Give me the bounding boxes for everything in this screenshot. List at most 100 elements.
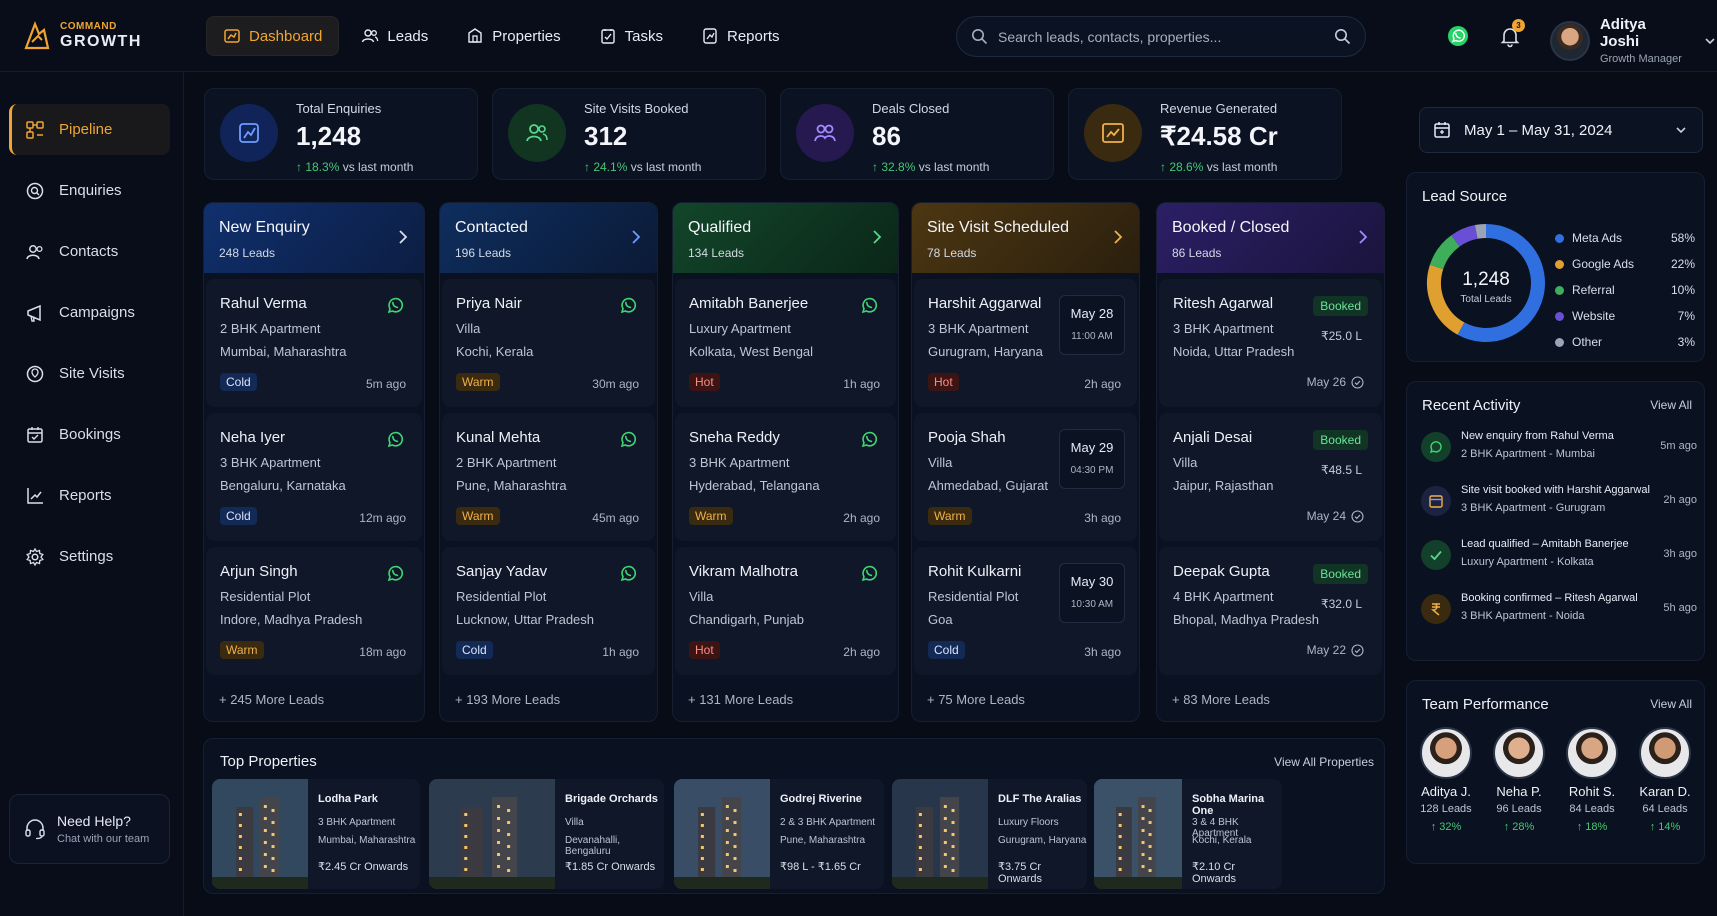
lead-card[interactable]: Vikram Malhotra Villa Chandigarh, Punjab… [675, 547, 896, 675]
team-member[interactable]: Rohit S. 84 Leads ↑ 18% [1563, 727, 1621, 833]
pipeline-column: Qualified 134 Leads Amitabh Banerjee Lux… [672, 202, 899, 722]
more-leads-link[interactable]: + 245 More Leads [219, 692, 324, 707]
whatsapp-icon[interactable] [858, 294, 880, 316]
rupee-icon [1421, 594, 1451, 624]
nav-leads[interactable]: Leads [345, 16, 444, 56]
activity-title: Booking confirmed – Ritesh Agarwal [1461, 592, 1638, 604]
lead-time: 2h ago [843, 645, 880, 659]
property-card[interactable]: Godrej Riverine 2 & 3 BHK Apartment Pune… [674, 779, 884, 889]
team-member[interactable]: Neha P. 96 Leads ↑ 28% [1490, 727, 1548, 833]
lead-card[interactable]: Sanjay Yadav Residential Plot Lucknow, U… [442, 547, 655, 675]
column-header[interactable]: New Enquiry 248 Leads [204, 203, 424, 273]
lead-card[interactable]: Ritesh Agarwal 3 BHK Apartment Noida, Ut… [1159, 279, 1382, 407]
lead-card[interactable]: Priya Nair Villa Kochi, Kerala Warm 30m a… [442, 279, 655, 407]
sidebar-item-pipeline[interactable]: Pipeline [9, 104, 170, 155]
search-bar[interactable] [956, 16, 1366, 57]
sidebar-item-site-visits[interactable]: Site Visits [9, 348, 170, 399]
more-leads-link[interactable]: + 193 More Leads [455, 692, 560, 707]
legend-item[interactable]: Google Ads 22% [1555, 251, 1695, 277]
sidebar-item-enquiries[interactable]: Enquiries [9, 165, 170, 216]
view-all-activity-link[interactable]: View All [1650, 398, 1692, 412]
help-card[interactable]: Need Help? Chat with our team [9, 794, 170, 864]
lead-card[interactable]: Pooja Shah Villa Ahmedabad, Gujarat May 2… [914, 413, 1137, 541]
sidebar-item-bookings[interactable]: Bookings [9, 409, 170, 460]
whatsapp-icon[interactable] [617, 428, 639, 450]
lead-time: 2h ago [1084, 377, 1121, 391]
brand-line-2: GROWTH [60, 33, 142, 50]
whatsapp-icon[interactable] [384, 428, 406, 450]
whatsapp-icon[interactable] [617, 562, 639, 584]
visit-time: 11:00 AM [1071, 331, 1113, 342]
legend-item[interactable]: Referral 10% [1555, 277, 1695, 303]
lead-name: Pooja Shah [928, 429, 1006, 446]
headset-icon [25, 819, 45, 840]
stat-card-enquiries[interactable]: Total Enquiries 1,248 ↑ 18.3% vs last mo… [204, 88, 478, 180]
activity-item[interactable]: Lead qualified – Amitabh Banerjee Luxury… [1421, 538, 1697, 588]
whatsapp-icon[interactable] [384, 294, 406, 316]
lead-card[interactable]: Arjun Singh Residential Plot Indore, Mad… [206, 547, 422, 675]
lead-card[interactable]: Kunal Mehta 2 BHK Apartment Pune, Mahara… [442, 413, 655, 541]
column-header[interactable]: Contacted 196 Leads [440, 203, 657, 273]
lead-card[interactable]: Neha Iyer 3 BHK Apartment Bengaluru, Kar… [206, 413, 422, 541]
whatsapp-icon[interactable] [1446, 24, 1470, 48]
legend-item[interactable]: Website 7% [1555, 303, 1695, 329]
activity-item[interactable]: Site visit booked with Harshit Aggarwal … [1421, 484, 1697, 534]
donut-segment[interactable] [1474, 224, 1487, 239]
donut-segment[interactable] [1451, 225, 1478, 247]
nav-dashboard[interactable]: Dashboard [206, 16, 340, 56]
property-card[interactable]: Lodha Park 3 BHK Apartment Mumbai, Mahar… [212, 779, 420, 889]
more-leads-link[interactable]: + 131 More Leads [688, 692, 793, 707]
sidebar-item-contacts[interactable]: Contacts [9, 226, 170, 277]
stat-card-site-visits[interactable]: Site Visits Booked 312 ↑ 24.1% vs last m… [492, 88, 766, 180]
property-location: Pune, Maharashtra [780, 835, 866, 846]
view-all-properties-link[interactable]: View All Properties [1274, 755, 1374, 769]
more-leads-link[interactable]: + 83 More Leads [1172, 692, 1270, 707]
stat-card-deals[interactable]: Deals Closed 86 ↑ 32.8% vs last month [780, 88, 1054, 180]
lead-card[interactable]: Anjali Desai Villa Jaipur, Rajasthan Book… [1159, 413, 1382, 541]
whatsapp-icon[interactable] [617, 294, 639, 316]
notifications-button[interactable]: 3 [1498, 19, 1525, 48]
date-range-picker[interactable]: May 1 – May 31, 2024 [1419, 107, 1703, 153]
sidebar-item-settings[interactable]: Settings [9, 531, 170, 582]
lead-card[interactable]: Rahul Verma 2 BHK Apartment Mumbai, Maha… [206, 279, 422, 407]
whatsapp-icon[interactable] [858, 428, 880, 450]
lead-name: Kunal Mehta [456, 429, 541, 446]
search-submit-icon[interactable] [1334, 28, 1351, 45]
activity-item[interactable]: Booking confirmed – Ritesh Agarwal 3 BHK… [1421, 592, 1697, 642]
check-circle-icon [1351, 643, 1364, 657]
nav-reports[interactable]: Reports [685, 16, 796, 56]
pipeline-icon [26, 120, 44, 139]
property-image [1094, 779, 1182, 889]
nav-properties[interactable]: Properties [450, 16, 576, 56]
column-header[interactable]: Booked / Closed 86 Leads [1157, 203, 1384, 273]
brand-logo[interactable]: COMMAND GROWTH [22, 20, 142, 52]
user-menu[interactable]: Aditya Joshi Growth Manager [1550, 16, 1717, 65]
stat-card-revenue[interactable]: Revenue Generated ₹24.58 Cr ↑ 28.6% vs l… [1068, 88, 1342, 180]
lead-card[interactable]: Harshit Aggarwal 3 BHK Apartment Gurugra… [914, 279, 1137, 407]
sidebar-item-campaigns[interactable]: Campaigns [9, 287, 170, 338]
lead-card[interactable]: Rohit Kulkarni Residential Plot Goa May 3… [914, 547, 1137, 675]
legend-item[interactable]: Other 3% [1555, 329, 1695, 355]
more-leads-link[interactable]: + 75 More Leads [927, 692, 1025, 707]
legend-item[interactable]: Meta Ads 58% [1555, 225, 1695, 251]
property-card[interactable]: DLF The Aralias Luxury Floors Gurugram, … [892, 779, 1087, 889]
column-header[interactable]: Site Visit Scheduled 78 Leads [912, 203, 1139, 273]
whatsapp-icon[interactable] [858, 562, 880, 584]
lead-card[interactable]: Amitabh Banerjee Luxury Apartment Kolkat… [675, 279, 896, 407]
property-card[interactable]: Sobha Marina One 3 & 4 BHK Apartment Koc… [1094, 779, 1282, 889]
whatsapp-icon[interactable] [384, 562, 406, 584]
lead-card[interactable]: Sneha Reddy 3 BHK Apartment Hyderabad, T… [675, 413, 896, 541]
search-input[interactable] [998, 28, 1324, 45]
donut-segment[interactable] [1429, 235, 1460, 270]
column-header[interactable]: Qualified 134 Leads [673, 203, 898, 273]
view-all-team-link[interactable]: View All [1650, 697, 1692, 711]
sidebar-item-reports[interactable]: Reports [9, 470, 170, 521]
nav-tasks[interactable]: Tasks [583, 16, 679, 56]
team-member[interactable]: Karan D. 64 Leads ↑ 14% [1636, 727, 1694, 833]
member-growth: ↑ 14% [1649, 821, 1681, 833]
activity-item[interactable]: New enquiry from Rahul Verma 2 BHK Apart… [1421, 430, 1697, 480]
team-member[interactable]: Aditya J. 128 Leads ↑ 32% [1417, 727, 1475, 833]
property-card[interactable]: Brigade Orchards Villa Devanahalli, Beng… [429, 779, 664, 889]
lead-card[interactable]: Deepak Gupta 4 BHK Apartment Bhopal, Mad… [1159, 547, 1382, 675]
visit-date: May 28 [1070, 306, 1114, 321]
